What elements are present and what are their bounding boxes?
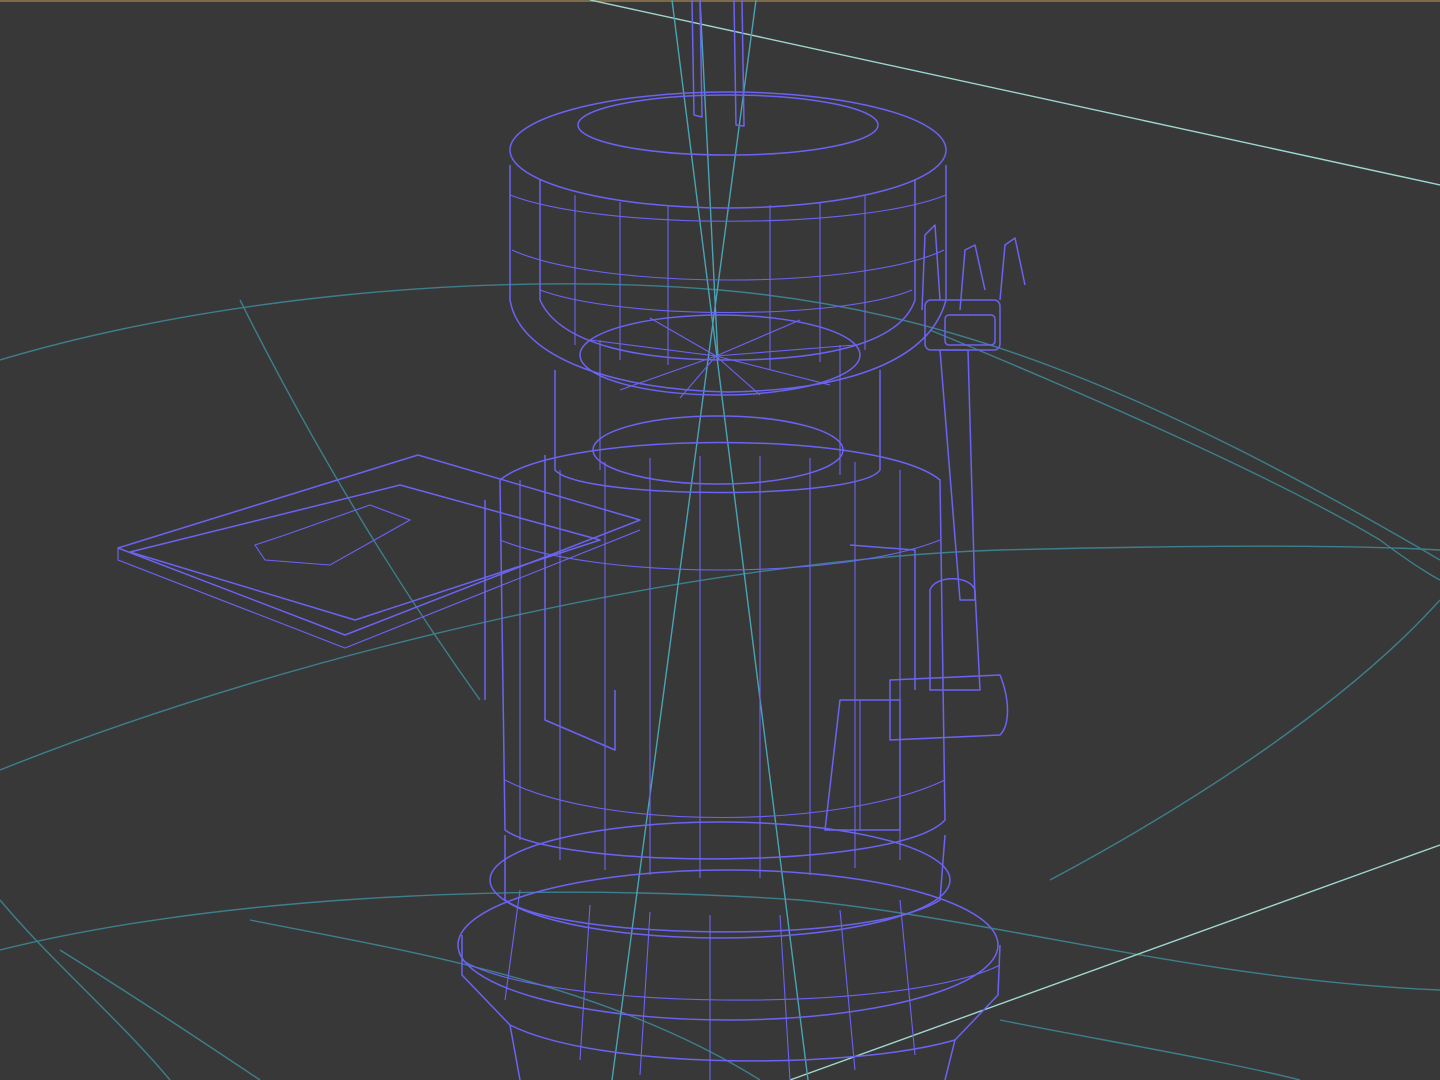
wireframe-tower-model[interactable] xyxy=(117,0,1026,1080)
3d-viewport-wireframe[interactable] xyxy=(0,0,1440,1080)
top-cap xyxy=(509,91,947,393)
base-pedestal xyxy=(457,821,1001,1080)
ground-grid-curves xyxy=(0,283,1440,1080)
light-direction-lines xyxy=(589,0,1440,1080)
antenna-pair xyxy=(691,0,745,127)
main-body xyxy=(484,441,946,878)
side-tray[interactable] xyxy=(117,454,641,649)
viewport-canvas[interactable] xyxy=(0,0,1440,1080)
